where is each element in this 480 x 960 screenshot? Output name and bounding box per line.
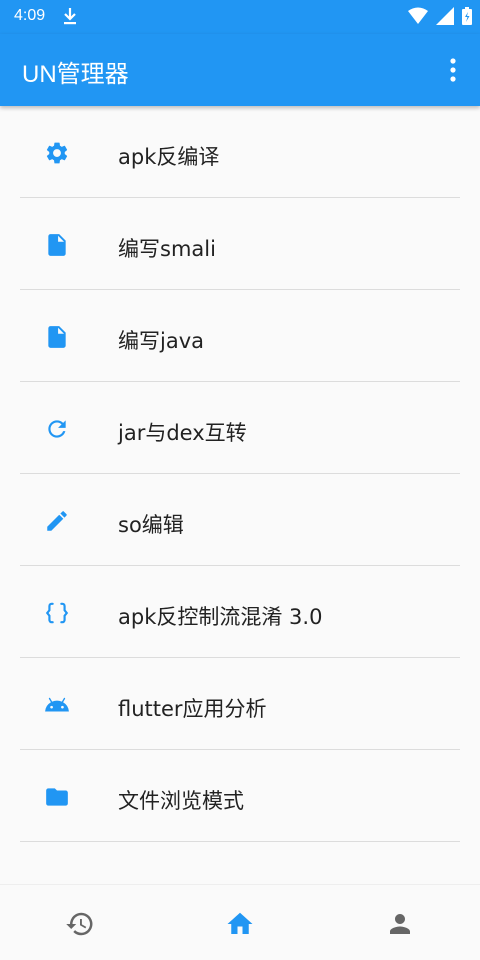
pencil-icon — [47, 511, 67, 531]
status-bar: 4:09 — [0, 0, 480, 34]
menu-item-label: jar与dex互转 — [118, 421, 247, 445]
history-icon[interactable] — [65, 909, 95, 939]
download-icon — [64, 8, 76, 25]
more-options-icon[interactable] — [446, 56, 460, 84]
folder-icon — [46, 788, 68, 806]
android-icon — [45, 697, 69, 712]
menu-item-label: 文件浏览模式 — [118, 789, 244, 813]
app-bar: UN管理器 — [0, 34, 480, 106]
signal-icon — [436, 7, 454, 25]
status-icons — [408, 7, 472, 25]
menu-item-label: so编辑 — [118, 513, 184, 537]
menu-item-so-edit[interactable]: so编辑 — [20, 474, 460, 566]
app-title: UN管理器 — [22, 61, 129, 88]
menu-item-label: 编写java — [118, 329, 204, 353]
bottom-navigation — [0, 884, 480, 960]
menu-item-label: apk反控制流混淆 3.0 — [118, 605, 323, 629]
menu-item-label: 编写smali — [118, 237, 216, 261]
menu-item-apk-deobfuscate[interactable]: apk反控制流混淆 3.0 — [20, 566, 460, 658]
menu-item-label: apk反编译 — [118, 145, 220, 169]
file-icon — [48, 234, 66, 256]
menu-item-label: flutter应用分析 — [118, 697, 267, 721]
gear-icon — [46, 142, 68, 164]
braces-icon — [45, 602, 69, 624]
refresh-icon — [48, 420, 66, 438]
menu-item-write-smali[interactable]: 编写smali — [20, 198, 460, 290]
file-icon — [48, 326, 66, 348]
menu-item-write-java[interactable]: 编写java — [20, 290, 460, 382]
wifi-icon — [408, 7, 428, 24]
person-icon[interactable] — [385, 909, 415, 939]
home-icon[interactable] — [225, 909, 255, 939]
menu-list: apk反编译 编写smali 编写java jar与dex互转 so编辑 apk… — [0, 106, 480, 842]
status-time: 4:09 — [14, 7, 46, 24]
menu-item-flutter-analysis[interactable]: flutter应用分析 — [20, 658, 460, 750]
menu-item-jar-dex-convert[interactable]: jar与dex互转 — [20, 382, 460, 474]
menu-item-file-browser[interactable]: 文件浏览模式 — [20, 750, 460, 842]
menu-item-apk-decompile[interactable]: apk反编译 — [20, 106, 460, 198]
battery-icon — [462, 7, 472, 25]
